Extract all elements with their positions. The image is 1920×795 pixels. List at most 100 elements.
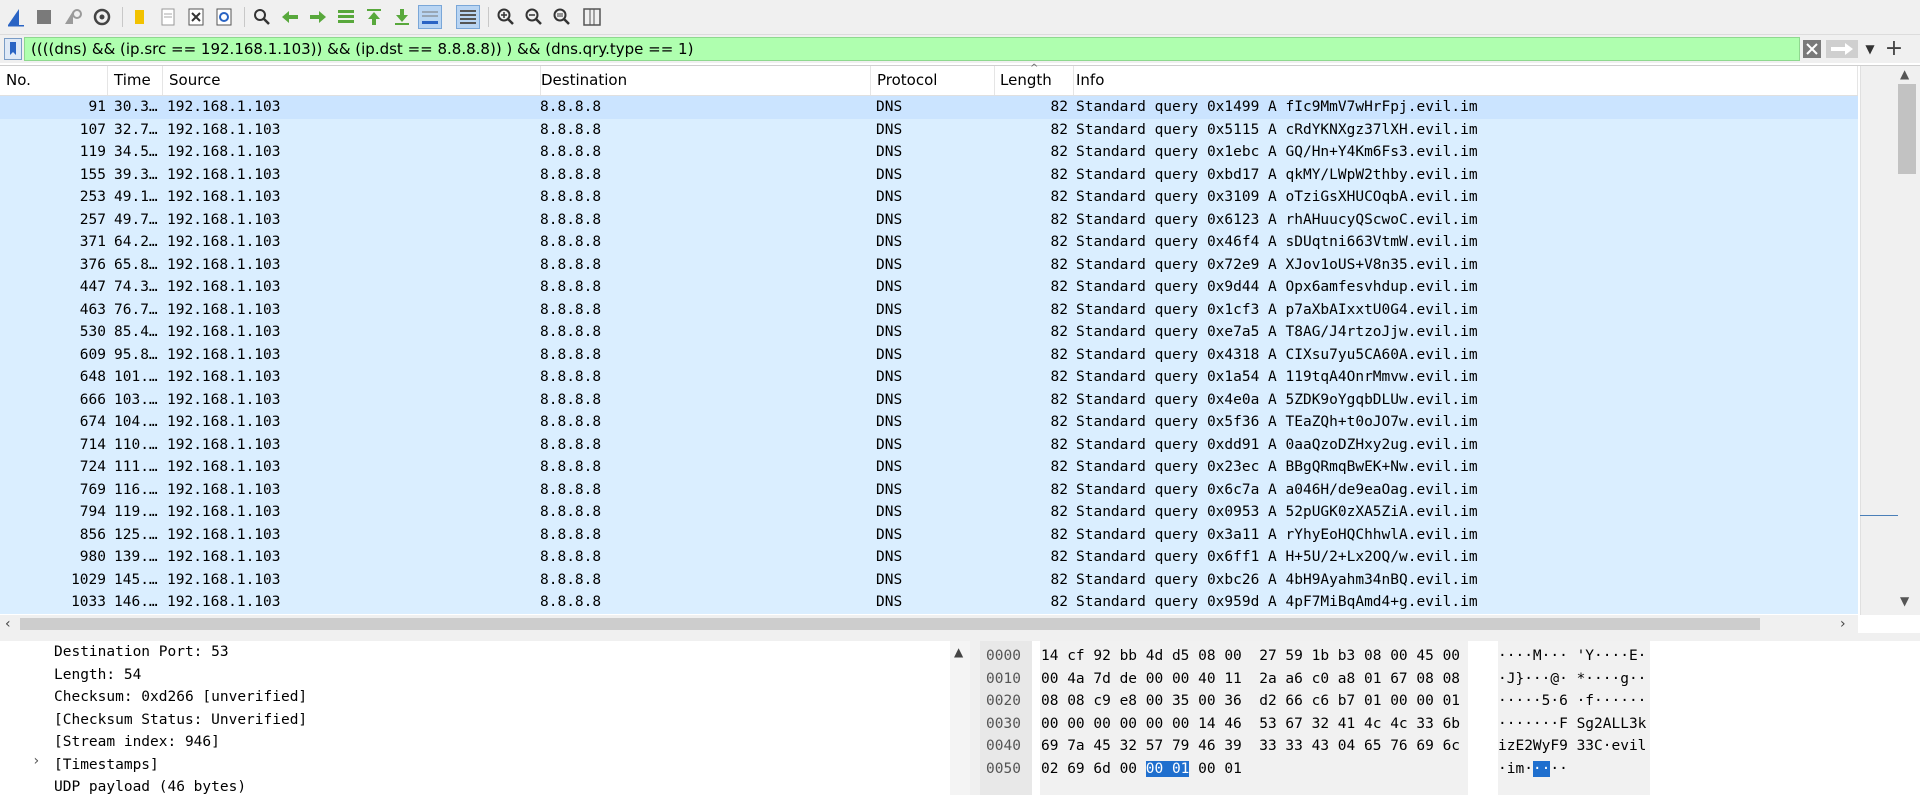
packet-row[interactable]: 769 116.… 192.168.1.103 8.8.8.8 DNS 82 Standar…: [0, 478, 1858, 501]
hex-row[interactable]: 00 4a 7d de 00 00 40 11 2a a6 c0 a8 01 6…: [1041, 668, 1460, 691]
close-file-icon[interactable]: [184, 5, 208, 29]
vertical-scroll-thumb[interactable]: [1898, 84, 1916, 174]
pane-splitter[interactable]: [0, 633, 1920, 641]
ascii-row[interactable]: izE2WyF9 33C·evil: [1498, 735, 1646, 758]
packet-row[interactable]: 530 85.4… 192.168.1.103 8.8.8.8 DNS 82 Standar…: [0, 321, 1858, 344]
packet-row[interactable]: 724 111.… 192.168.1.103 8.8.8.8 DNS 82 Standar…: [0, 456, 1858, 479]
options-gear-icon[interactable]: [90, 5, 114, 29]
packet-row[interactable]: 794 119.… 192.168.1.103 8.8.8.8 DNS 82 Standar…: [0, 501, 1858, 524]
shark-fin-start-icon[interactable]: [4, 5, 28, 29]
go-to-packet-icon[interactable]: [334, 5, 358, 29]
hex-row[interactable]: 08 08 c9 e8 00 35 00 36 d2 66 c6 b7 01 0…: [1041, 690, 1460, 713]
save-file-icon[interactable]: [156, 5, 180, 29]
hex-row[interactable]: 00 00 00 00 00 00 14 46 53 67 32 41 4c 4…: [1041, 713, 1460, 736]
autoscroll-icon[interactable]: [418, 5, 442, 29]
packet-row[interactable]: 609 95.8… 192.168.1.103 8.8.8.8 DNS 82 Standar…: [0, 343, 1858, 366]
zoom-in-icon[interactable]: [494, 5, 518, 29]
display-filter-input[interactable]: ((((dns) && (ip.src == 192.168.1.103)) &…: [24, 37, 1800, 61]
open-folder-icon[interactable]: [128, 5, 152, 29]
ascii-chars: ··: [1550, 760, 1568, 777]
zoom-out-icon[interactable]: [522, 5, 546, 29]
detail-length[interactable]: Length: 54: [54, 664, 141, 687]
packet-row[interactable]: 91 30.3… 192.168.1.103 8.8.8.8 DNS 82 Standard…: [0, 96, 1858, 119]
expand-timestamps-chevron-icon[interactable]: ›: [32, 753, 40, 769]
ascii-row[interactable]: ·····5·6 ·f······: [1498, 690, 1646, 713]
packet-row[interactable]: 371 64.2… 192.168.1.103 8.8.8.8 DNS 82 Standar…: [0, 231, 1858, 254]
cell-destination: 8.8.8.8: [540, 211, 602, 228]
detail-checksum-status[interactable]: [Checksum Status: Unverified]: [54, 709, 307, 732]
packet-row[interactable]: 447 74.3… 192.168.1.103 8.8.8.8 DNS 82 Standar…: [0, 276, 1858, 299]
filter-bookmark-icon[interactable]: [4, 38, 22, 60]
scroll-right-arrow-icon[interactable]: ›: [1840, 615, 1846, 633]
cell-time: 95.8…: [114, 346, 158, 363]
details-vertical-scrollbar[interactable]: [950, 641, 970, 795]
column-header-info[interactable]: Info: [1070, 66, 1858, 95]
first-packet-icon[interactable]: [362, 5, 386, 29]
clear-filter-icon[interactable]: [1802, 38, 1822, 60]
forward-arrow-icon[interactable]: [306, 5, 330, 29]
packet-row[interactable]: 463 76.7… 192.168.1.103 8.8.8.8 DNS 82 Standar…: [0, 298, 1858, 321]
selected-ascii-chars[interactable]: ··: [1532, 760, 1551, 777]
ascii-row[interactable]: ·······F Sg2ALL3k: [1498, 713, 1646, 736]
packet-row[interactable]: 119 34.5… 192.168.1.103 8.8.8.8 DNS 82 Standar…: [0, 141, 1858, 164]
stop-icon[interactable]: [32, 5, 56, 29]
details-bytes-splitter[interactable]: [970, 641, 980, 795]
cell-source: 192.168.1.103: [167, 459, 281, 475]
packet-row[interactable]: 1033 146.… 192.168.1.103 8.8.8.8 DNS 82 Standa…: [0, 591, 1858, 614]
back-arrow-icon[interactable]: [278, 5, 302, 29]
cell-length: 82: [1050, 594, 1068, 610]
filter-history-dropdown-icon[interactable]: ▼: [1862, 38, 1878, 60]
ascii-row[interactable]: ·im·····: [1498, 758, 1568, 781]
packet-row[interactable]: 980 139.… 192.168.1.103 8.8.8.8 DNS 82 Standar…: [0, 546, 1858, 569]
find-icon[interactable]: [250, 5, 274, 29]
cell-source: 192.168.1.103: [167, 369, 281, 385]
details-scroll-up-arrow-icon[interactable]: ▲: [954, 645, 963, 659]
column-header-protocol[interactable]: Protocol: [871, 66, 995, 95]
column-header-no[interactable]: No.: [0, 66, 108, 95]
hex-row[interactable]: 02 69 6d 00 00 01 00 01: [1041, 758, 1242, 781]
packet-row[interactable]: 107 32.7… 192.168.1.103 8.8.8.8 DNS 82 Standar…: [0, 118, 1858, 141]
packet-row[interactable]: 856 125.… 192.168.1.103 8.8.8.8 DNS 82 Standar…: [0, 523, 1858, 546]
ascii-row[interactable]: ·J}···@· *····g··: [1498, 668, 1646, 691]
hex-row[interactable]: 14 cf 92 bb 4d d5 08 00 27 59 1b b3 08 0…: [1041, 645, 1460, 668]
reload-icon[interactable]: [212, 5, 236, 29]
detail-destination-port[interactable]: Destination Port: 53: [54, 641, 229, 664]
apply-filter-arrow-icon[interactable]: [1825, 38, 1859, 60]
cell-length: 82: [1050, 459, 1068, 475]
packet-row[interactable]: 257 49.7… 192.168.1.103 8.8.8.8 DNS 82 Standar…: [0, 208, 1858, 231]
column-header-destination[interactable]: Destination: [535, 66, 871, 95]
scroll-up-arrow-icon[interactable]: ▲: [1900, 67, 1909, 81]
cell-time: 34.5…: [114, 144, 158, 160]
column-header-time[interactable]: Time: [108, 66, 163, 95]
horizontal-scroll-thumb[interactable]: [20, 618, 1760, 630]
packet-row[interactable]: 253 49.1… 192.168.1.103 8.8.8.8 DNS 82 Standar…: [0, 186, 1858, 209]
packet-row[interactable]: 648 101.… 192.168.1.103 8.8.8.8 DNS 82 Standar…: [0, 366, 1858, 389]
detail-timestamps[interactable]: [Timestamps]: [54, 754, 159, 777]
packet-row[interactable]: 714 110.… 192.168.1.103 8.8.8.8 DNS 82 Standar…: [0, 433, 1858, 456]
packet-row[interactable]: 674 104.… 192.168.1.103 8.8.8.8 DNS 82 Standar…: [0, 411, 1858, 434]
packet-row[interactable]: 376 65.8… 192.168.1.103 8.8.8.8 DNS 82 Standar…: [0, 253, 1858, 276]
detail-checksum[interactable]: Checksum: 0xd266 [unverified]: [54, 686, 307, 709]
detail-stream-index[interactable]: [Stream index: 946]: [54, 731, 220, 754]
add-filter-button-icon[interactable]: +: [1882, 36, 1906, 62]
hex-row[interactable]: 69 7a 45 32 57 79 46 39 33 33 43 04 65 7…: [1041, 735, 1460, 758]
restart-icon[interactable]: [60, 5, 84, 29]
normal-size-icon[interactable]: [550, 5, 574, 29]
last-packet-icon[interactable]: [390, 5, 414, 29]
scroll-left-arrow-icon[interactable]: ‹: [5, 615, 11, 633]
scroll-down-arrow-icon[interactable]: ▼: [1900, 594, 1909, 608]
column-header-source[interactable]: Source: [163, 66, 541, 95]
cell-source: 192.168.1.103: [167, 346, 281, 363]
resize-columns-icon[interactable]: [580, 5, 604, 29]
packet-row[interactable]: 155 39.3… 192.168.1.103 8.8.8.8 DNS 82 Standar…: [0, 163, 1858, 186]
cell-destination: 8.8.8.8: [540, 369, 602, 385]
cell-info: Standard query 0xdd91 A 0aaQzoDZHxy2ug.e…: [1076, 436, 1478, 453]
packet-row[interactable]: 666 103.… 192.168.1.103 8.8.8.8 DNS 82 Standar…: [0, 388, 1858, 411]
detail-udp-payload[interactable]: UDP payload (46 bytes): [54, 776, 246, 795]
packet-row[interactable]: 1029 145.… 192.168.1.103 8.8.8.8 DNS 82 Standa…: [0, 568, 1858, 591]
packet-minimap[interactable]: [1860, 66, 1899, 615]
packet-list-horizontal-scrollbar[interactable]: ‹ ›: [0, 615, 1858, 633]
colorize-icon[interactable]: [456, 5, 480, 29]
selected-hex-bytes[interactable]: 00 01: [1145, 760, 1190, 777]
ascii-row[interactable]: ····M··· 'Y····E·: [1498, 645, 1646, 668]
